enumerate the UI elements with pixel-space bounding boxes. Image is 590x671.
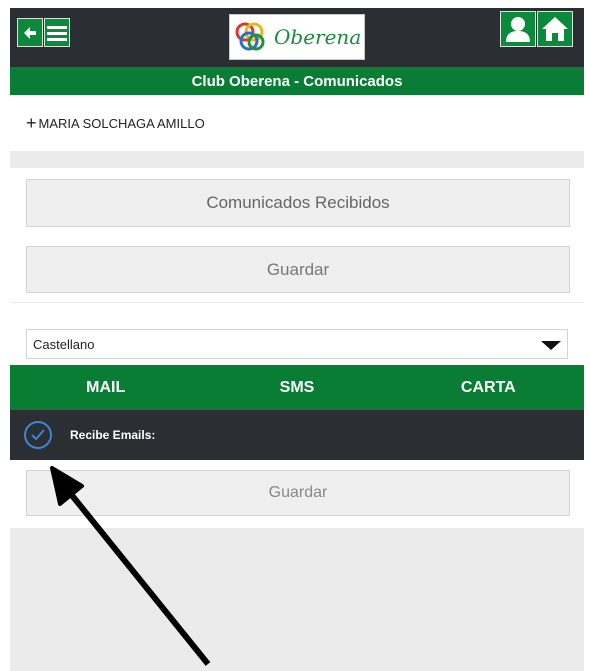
home-icon: [542, 17, 568, 41]
user-button[interactable]: [500, 11, 536, 47]
receive-emails-label: Recibe Emails:: [70, 428, 156, 442]
user-icon: [506, 17, 530, 42]
app-screen: Oberena Club Oberena - Comunicados + MAR…: [10, 8, 584, 671]
save-button-top[interactable]: Guardar: [26, 246, 570, 293]
language-select[interactable]: Castellano: [26, 329, 568, 359]
member-name: MARIA SOLCHAGA AMILLO: [38, 115, 205, 131]
tab-mail[interactable]: MAIL: [10, 365, 201, 410]
member-toggle[interactable]: + MARIA SOLCHAGA AMILLO: [10, 95, 584, 151]
actions-panel: Comunicados Recibidos Guardar: [10, 168, 584, 302]
club-logo[interactable]: Oberena: [229, 14, 365, 60]
received-messages-button[interactable]: Comunicados Recibidos: [26, 179, 570, 227]
save-button-bottom[interactable]: Guardar: [26, 470, 570, 516]
menu-button[interactable]: [44, 18, 70, 47]
email-save-panel: Guardar: [10, 460, 584, 528]
channel-tabs: MAIL SMS CARTA: [10, 365, 584, 410]
caret-down-icon: [541, 341, 561, 350]
back-button[interactable]: [17, 18, 43, 47]
top-bar: Oberena: [10, 8, 584, 67]
receive-emails-checkbox[interactable]: [24, 421, 52, 449]
arrow-left-icon: [24, 26, 36, 39]
hamburger-icon: [47, 25, 67, 41]
language-area: Castellano: [10, 303, 584, 365]
home-button[interactable]: [537, 11, 573, 47]
receive-emails-row: Recibe Emails:: [10, 410, 584, 460]
logo-emblem-icon: [235, 22, 265, 51]
expand-icon: +: [26, 112, 37, 133]
language-value: Castellano: [33, 336, 95, 352]
checkmark-icon: [31, 429, 45, 441]
logo-text: Oberena: [274, 25, 362, 49]
tab-carta[interactable]: CARTA: [393, 365, 584, 410]
page-title: Club Oberena - Comunicados: [10, 67, 584, 95]
tab-sms[interactable]: SMS: [201, 365, 392, 410]
